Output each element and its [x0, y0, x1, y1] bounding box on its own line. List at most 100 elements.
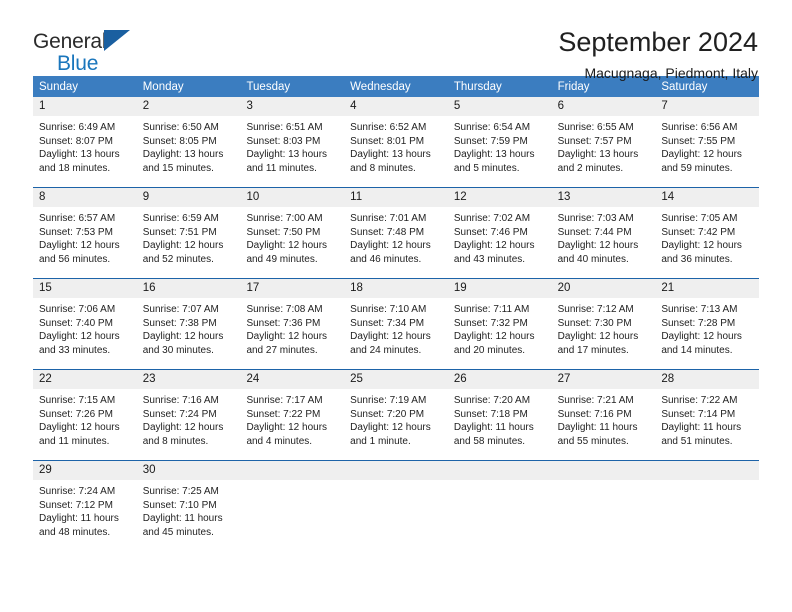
calendar-day-cell[interactable]: 20 Sunrise: 7:12 AM Sunset: 7:30 PM Dayligh…: [551, 279, 656, 369]
daylight-duration-line2: and 43 minutes.: [453, 253, 526, 265]
sunrise-time: Sunrise: 7:22 AM: [661, 395, 738, 406]
calendar-day-cell[interactable]: 10 Sunrise: 7:00 AM Sunset: 7:50 PM Dayligh…: [240, 188, 345, 278]
calendar-day-cell[interactable]: 27 Sunrise: 7:21 AM Sunset: 7:16 PM Dayligh…: [551, 370, 656, 460]
logo-text-blue: Blue: [57, 52, 99, 75]
day-number: 12: [447, 188, 552, 207]
day-details: Sunrise: 7:21 AM Sunset: 7:16 PM Daylight:…: [551, 389, 656, 460]
daylight-duration-line2: and 8 minutes.: [142, 435, 209, 447]
day-details: Sunrise: 7:20 AM Sunset: 7:18 PM Daylight:…: [447, 389, 552, 460]
daylight-duration-line1: Daylight: 12 hours: [39, 422, 120, 433]
calendar-day-cell[interactable]: 5 Sunrise: 6:54 AM Sunset: 7:59 PM Daylight…: [447, 97, 552, 187]
daylight-duration-line1: Daylight: 12 hours: [142, 331, 224, 342]
day-details: Sunrise: 6:59 AM Sunset: 7:51 PM Daylight:…: [136, 207, 241, 278]
sunset-time: Sunset: 8:01 PM: [350, 135, 425, 147]
sunrise-time: Sunrise: 7:06 AM: [39, 304, 116, 315]
sunset-time: Sunset: 7:40 PM: [39, 317, 113, 329]
day-details: Sunrise: 7:15 AM Sunset: 7:26 PM Daylight:…: [33, 389, 137, 460]
calendar-day-cell[interactable]: 7 Sunrise: 6:56 AM Sunset: 7:55 PM Daylight…: [655, 97, 760, 187]
day-number: 13: [551, 188, 656, 207]
calendar-day-cell[interactable]: 1 Sunrise: 6:49 AM Sunset: 8:07 PM Daylight…: [33, 97, 137, 187]
calendar-day-cell[interactable]: 2 Sunrise: 6:50 AM Sunset: 8:05 PM Daylight…: [136, 97, 241, 187]
daylight-duration-line2: and 17 minutes.: [557, 344, 629, 356]
weekday-header-saturday: Saturday: [661, 81, 708, 93]
page-header: General Blue September 2024 Macugnaga, P…: [0, 0, 792, 81]
daylight-duration-line2: and 24 minutes.: [350, 344, 422, 356]
calendar-day-cell[interactable]: 25 Sunrise: 7:19 AM Sunset: 7:20 PM Dayligh…: [344, 370, 448, 460]
general-blue-logo[interactable]: General Blue: [33, 26, 138, 75]
day-details: [447, 480, 552, 551]
sunrise-time: Sunrise: 6:52 AM: [350, 122, 427, 133]
calendar-day-cell[interactable]: 3 Sunrise: 6:51 AM Sunset: 8:03 PM Daylight…: [240, 97, 345, 187]
day-number: 24: [240, 370, 345, 389]
calendar-page: General Blue September 2024 Macugnaga, P…: [0, 0, 792, 612]
calendar-day-cell[interactable]: 23 Sunrise: 7:16 AM Sunset: 7:24 PM Dayligh…: [136, 370, 241, 460]
daylight-duration-line1: Daylight: 12 hours: [661, 149, 742, 160]
calendar-day-cell[interactable]: 22 Sunrise: 7:15 AM Sunset: 7:26 PM Dayligh…: [33, 370, 137, 460]
daylight-duration-line1: Daylight: 12 hours: [661, 331, 742, 342]
sunrise-time: Sunrise: 6:55 AM: [557, 122, 634, 133]
sunset-time: Sunset: 7:57 PM: [557, 135, 632, 147]
day-number: 19: [447, 279, 552, 298]
calendar-day-cell[interactable]: 17 Sunrise: 7:08 AM Sunset: 7:36 PM Dayligh…: [240, 279, 345, 369]
calendar-day-cell[interactable]: 8 Sunrise: 6:57 AM Sunset: 7:53 PM Daylight…: [33, 188, 137, 278]
calendar-day-cell[interactable]: 6 Sunrise: 6:55 AM Sunset: 7:57 PM Daylight…: [551, 97, 656, 187]
sunrise-time: Sunrise: 7:19 AM: [350, 395, 427, 406]
day-number: 7: [655, 97, 760, 116]
calendar-day-cell[interactable]: 4 Sunrise: 6:52 AM Sunset: 8:01 PM Daylight…: [344, 97, 448, 187]
sunset-time: Sunset: 7:30 PM: [557, 317, 632, 329]
day-details: Sunrise: 7:25 AM Sunset: 7:10 PM Daylight:…: [136, 480, 241, 551]
calendar-day-cell[interactable]: 26 Sunrise: 7:20 AM Sunset: 7:18 PM Dayligh…: [447, 370, 552, 460]
daylight-duration-line1: Daylight: 12 hours: [142, 240, 224, 251]
calendar-day-cell[interactable]: 13 Sunrise: 7:03 AM Sunset: 7:44 PM Dayligh…: [551, 188, 656, 278]
daylight-duration-line1: Daylight: 11 hours: [142, 513, 223, 524]
sunrise-time: Sunrise: 7:05 AM: [661, 213, 738, 224]
calendar-day-cell[interactable]: 28 Sunrise: 7:22 AM Sunset: 7:14 PM Dayligh…: [655, 370, 760, 460]
calendar-day-cell[interactable]: 19 Sunrise: 7:11 AM Sunset: 7:32 PM Dayligh…: [447, 279, 552, 369]
daylight-duration-line1: Daylight: 11 hours: [557, 422, 638, 433]
sunrise-time: Sunrise: 7:02 AM: [453, 213, 531, 224]
calendar-day-cell[interactable]: 11 Sunrise: 7:01 AM Sunset: 7:48 PM Dayligh…: [344, 188, 448, 278]
day-details: Sunrise: 7:06 AM Sunset: 7:40 PM Daylight:…: [33, 298, 137, 369]
triangle-icon: [104, 30, 130, 51]
daylight-duration-line2: and 5 minutes.: [453, 162, 520, 174]
daylight-duration-line1: Daylight: 12 hours: [453, 240, 535, 251]
sunset-time: Sunset: 7:55 PM: [661, 135, 736, 147]
daylight-duration-line1: Daylight: 12 hours: [246, 240, 328, 251]
day-details: [551, 480, 656, 551]
calendar-week-row: 29 Sunrise: 7:24 AM Sunset: 7:12 PM Dayligh…: [33, 460, 760, 551]
daylight-duration-line1: Daylight: 12 hours: [246, 422, 328, 433]
calendar-day-cell[interactable]: 30 Sunrise: 7:25 AM Sunset: 7:10 PM Dayligh…: [136, 461, 241, 551]
sunrise-time: Sunrise: 7:21 AM: [557, 395, 634, 406]
calendar-day-cell[interactable]: 29 Sunrise: 7:24 AM Sunset: 7:12 PM Dayligh…: [33, 461, 137, 551]
daylight-duration-line2: and 45 minutes.: [142, 526, 214, 538]
daylight-duration-line1: Daylight: 12 hours: [350, 240, 431, 251]
sunrise-time: Sunrise: 7:10 AM: [350, 304, 427, 315]
calendar-day-cell[interactable]: 15 Sunrise: 7:06 AM Sunset: 7:40 PM Dayligh…: [33, 279, 137, 369]
sunrise-time: Sunrise: 7:00 AM: [246, 213, 323, 224]
calendar-day-cell[interactable]: 24 Sunrise: 7:17 AM Sunset: 7:22 PM Dayligh…: [240, 370, 345, 460]
day-number: 25: [344, 370, 448, 389]
sunrise-time: Sunrise: 7:24 AM: [39, 486, 116, 497]
daylight-duration-line1: Daylight: 12 hours: [39, 331, 120, 342]
calendar-day-cell[interactable]: 16 Sunrise: 7:07 AM Sunset: 7:38 PM Dayligh…: [136, 279, 241, 369]
calendar-day-cell[interactable]: 14 Sunrise: 7:05 AM Sunset: 7:42 PM Dayligh…: [655, 188, 760, 278]
day-details: Sunrise: 6:54 AM Sunset: 7:59 PM Daylight:…: [447, 116, 552, 187]
daylight-duration-line2: and 15 minutes.: [142, 162, 214, 174]
sunrise-time: Sunrise: 7:07 AM: [142, 304, 219, 315]
calendar-day-cell[interactable]: 18 Sunrise: 7:10 AM Sunset: 7:34 PM Dayligh…: [344, 279, 448, 369]
calendar-day-cell[interactable]: 21 Sunrise: 7:13 AM Sunset: 7:28 PM Dayligh…: [655, 279, 760, 369]
day-details: Sunrise: 6:56 AM Sunset: 7:55 PM Daylight:…: [655, 116, 760, 187]
daylight-duration-line2: and 52 minutes.: [142, 253, 214, 265]
day-number: 4: [344, 97, 448, 116]
calendar-day-cell[interactable]: 12 Sunrise: 7:02 AM Sunset: 7:46 PM Dayligh…: [447, 188, 552, 278]
calendar-day-cell[interactable]: 9 Sunrise: 6:59 AM Sunset: 7:51 PM Daylight…: [136, 188, 241, 278]
sunset-time: Sunset: 7:12 PM: [39, 499, 113, 511]
sunset-time: Sunset: 7:16 PM: [557, 408, 632, 420]
day-number: 22: [33, 370, 137, 389]
day-number: 5: [447, 97, 552, 116]
calendar-week-row: 1 Sunrise: 6:49 AM Sunset: 8:07 PM Daylight…: [33, 97, 760, 187]
day-details: Sunrise: 6:55 AM Sunset: 7:57 PM Daylight:…: [551, 116, 656, 187]
day-number: [240, 461, 345, 480]
daylight-duration-line1: Daylight: 13 hours: [39, 149, 120, 160]
sunrise-time: Sunrise: 6:57 AM: [39, 213, 116, 224]
